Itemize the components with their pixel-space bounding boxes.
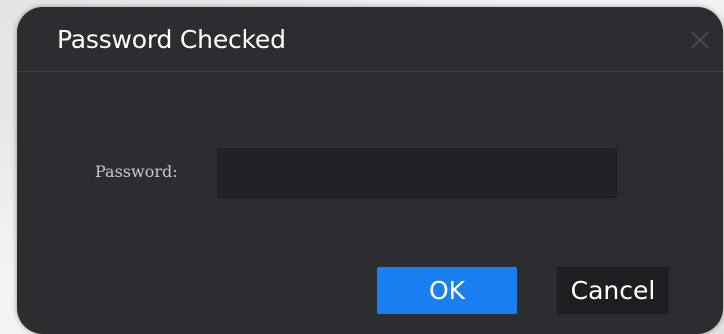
- password-dialog: Password Checked Password: OK Cancel: [17, 7, 723, 334]
- dialog-title-bar: Password Checked: [17, 7, 723, 72]
- close-icon: [691, 31, 709, 49]
- cancel-button[interactable]: Cancel: [557, 267, 669, 314]
- ok-button[interactable]: OK: [377, 267, 517, 314]
- password-label: Password:: [95, 162, 178, 181]
- password-input[interactable]: [217, 148, 617, 198]
- dialog-title: Password Checked: [57, 25, 286, 54]
- close-button[interactable]: [689, 29, 711, 51]
